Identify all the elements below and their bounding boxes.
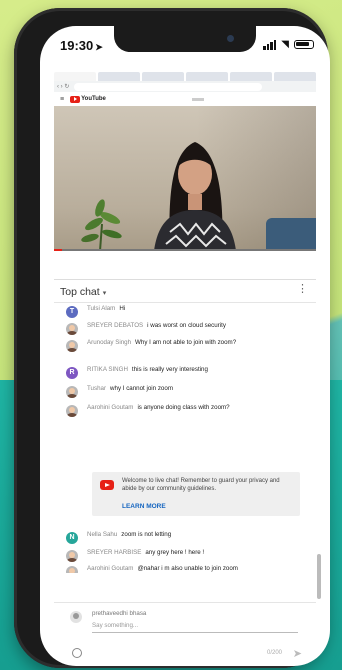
avatar: N — [66, 532, 78, 544]
chat-author[interactable]: SREYER HARBISE — [87, 549, 141, 556]
more-vert-icon[interactable]: ⋮ — [297, 284, 308, 295]
chat-title-text: Top chat — [60, 286, 100, 298]
avatar — [66, 405, 78, 417]
send-icon[interactable]: ➤ — [293, 647, 302, 660]
browser-tab-strip — [54, 72, 316, 81]
avatar: R — [66, 367, 78, 379]
hamburger-menu-icon[interactable]: ≡ — [60, 96, 64, 103]
chat-author[interactable]: Tulsi Alam — [87, 305, 115, 312]
chat-header: Top chat ▾ ⋮ — [54, 280, 316, 303]
chat-author[interactable]: SREYER DEBATOS — [87, 322, 143, 329]
youtube-logo[interactable]: YouTube — [70, 95, 106, 103]
chat-message: T Tulsi Alam Hi — [54, 305, 299, 318]
browser-tab[interactable] — [142, 72, 184, 81]
chat-message: Aarohini Goutam @nahar i m also unable to… — [54, 565, 299, 573]
chat-message-input[interactable]: Say something... — [92, 622, 298, 633]
avatar — [66, 340, 78, 352]
phone-notch — [114, 26, 256, 52]
chat-author[interactable]: Nella Sahu — [87, 531, 117, 538]
browser-tab[interactable] — [54, 72, 96, 81]
battery-icon — [294, 40, 314, 49]
location-arrow-icon: ➤ — [95, 42, 103, 52]
chat-message-text: zoom is not letting — [121, 531, 172, 538]
chat-message-text: i was worst on cloud security — [147, 322, 226, 329]
avatar — [66, 323, 78, 335]
video-player[interactable] — [54, 106, 316, 251]
status-time: 19:30 ➤ — [60, 38, 103, 53]
emoji-icon[interactable] — [72, 648, 82, 658]
avatar: T — [66, 306, 78, 318]
chat-author[interactable]: Tushar — [87, 385, 106, 392]
chat-author[interactable]: Arunoday Singh — [87, 339, 131, 346]
chat-message: Tushar why I cannot join zoom — [54, 385, 299, 398]
chat-message-body: Arunoday Singh Why I am not able to join … — [87, 339, 287, 352]
chat-message-body: Aarohini Goutam is anyone doing class wit… — [87, 404, 287, 417]
presenter-image — [154, 142, 236, 251]
chat-message: R RITIKA SINGH this is really very intere… — [54, 366, 299, 379]
youtube-icon — [100, 480, 114, 490]
plant-image — [81, 199, 122, 251]
phone-screen: 19:30 ➤ ◥ ‹ › ↻ ≡ YouTube Top chat ▾ ⋮ T… — [40, 26, 330, 666]
chat-message-body: Tushar why I cannot join zoom — [87, 385, 287, 398]
sofa-image — [266, 218, 316, 251]
chat-input-area: prethaveedhi bhasa Say something... 0/20… — [54, 602, 316, 665]
video-progress-bar[interactable] — [54, 249, 316, 251]
chat-message-text: any grey here ! here ! — [145, 549, 205, 556]
status-icons: ◥ — [263, 39, 314, 50]
browser-tab[interactable] — [98, 72, 140, 81]
character-counter: 0/200 — [266, 650, 282, 656]
chat-message: N Nella Sahu zoom is not letting — [54, 531, 299, 544]
chat-message-text: why I cannot join zoom — [110, 385, 173, 392]
avatar — [66, 550, 78, 562]
video-info — [54, 253, 316, 280]
browser-tab[interactable] — [274, 72, 316, 81]
search-box[interactable] — [192, 97, 204, 101]
chat-message: Arunoday Singh Why I am not able to join … — [54, 339, 299, 352]
notice-text: Welcome to live chat! Remember to guard … — [122, 478, 280, 492]
browser-address-bar: ‹ › ↻ — [54, 81, 316, 92]
url-field[interactable] — [74, 82, 263, 91]
avatar — [66, 386, 78, 398]
chat-message-text: @nahar i m also unable to join zoom — [137, 565, 238, 572]
status-time-text: 19:30 — [60, 38, 94, 53]
learn-more-link[interactable]: LEARN MORE — [122, 503, 166, 510]
live-chat-notice: Welcome to live chat! Remember to guard … — [92, 472, 300, 516]
chat-author[interactable]: Aarohini Goutam — [87, 404, 133, 411]
chat-message-body: Aarohini Goutam @nahar i m also unable to… — [87, 565, 287, 573]
avatar — [66, 566, 78, 573]
browser-tab[interactable] — [230, 72, 272, 81]
chat-message-body: Nella Sahu zoom is not letting — [87, 531, 287, 544]
chat-message-list: T Tulsi Alam Hi SREYER DEBATOS i was worst… — [54, 303, 316, 573]
input-author-name: prethaveedhi bhasa — [92, 610, 147, 617]
back-forward-icons[interactable]: ‹ › ↻ — [54, 83, 72, 90]
chat-author[interactable]: RITIKA SINGH — [87, 366, 128, 373]
avatar — [70, 611, 82, 623]
chat-message-text: Hi — [119, 305, 126, 312]
chat-message-text: Why I am not able to join with zoom? — [135, 339, 237, 346]
front-camera — [227, 35, 234, 42]
chat-message: SREYER HARBISE any grey here ! here ! — [54, 549, 299, 562]
chat-message: SREYER DEBATOS i was worst on cloud secur… — [54, 322, 299, 335]
chat-message-text: is anyone doing class with zoom? — [137, 404, 230, 411]
browser-tab[interactable] — [186, 72, 228, 81]
chat-scrollbar[interactable] — [317, 554, 321, 599]
wifi-icon: ◥ — [281, 39, 289, 50]
chevron-down-icon: ▾ — [102, 290, 107, 297]
top-chat-dropdown[interactable]: Top chat ▾ — [60, 286, 106, 298]
youtube-header: ≡ YouTube — [54, 92, 316, 107]
chat-author[interactable]: Aarohini Goutam — [87, 565, 133, 572]
cellular-signal-icon — [263, 39, 277, 50]
chat-message-body: RITIKA SINGH this is really very interest… — [87, 366, 287, 379]
phone-frame: 19:30 ➤ ◥ ‹ › ↻ ≡ YouTube Top chat ▾ ⋮ T… — [14, 8, 330, 668]
chat-message: Aarohini Goutam is anyone doing class wit… — [54, 404, 299, 417]
chat-message-text: this is really very interesting — [131, 366, 208, 373]
chat-message-body: SREYER DEBATOS i was worst on cloud secur… — [87, 322, 287, 335]
chat-message-body: Tulsi Alam Hi — [87, 305, 287, 318]
chat-message-body: SREYER HARBISE any grey here ! here ! — [87, 549, 287, 562]
